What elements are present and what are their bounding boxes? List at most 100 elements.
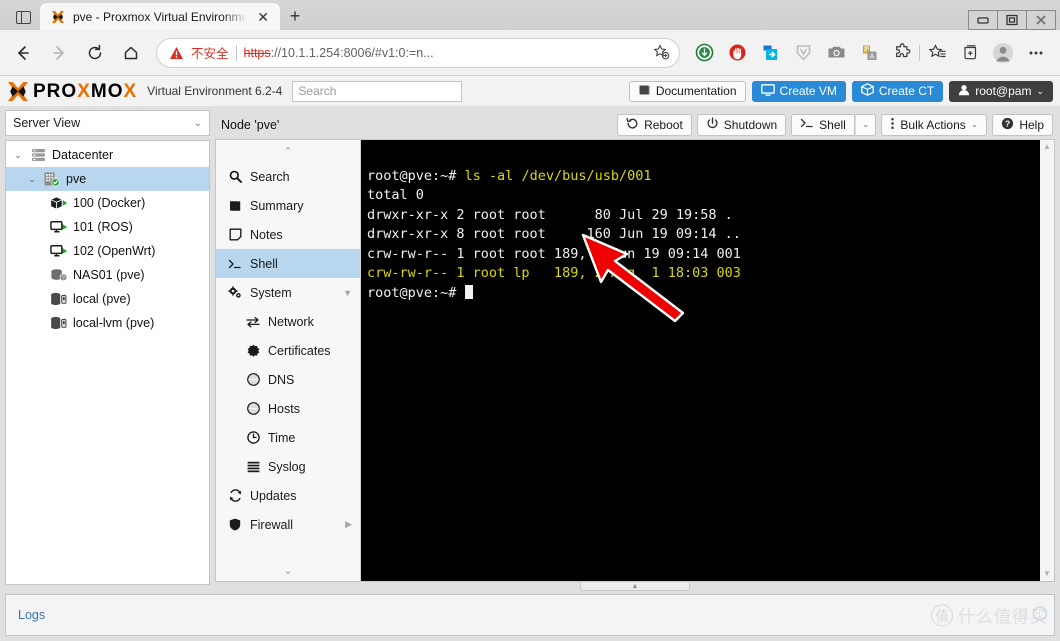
tab-actions-button[interactable]: [6, 4, 40, 30]
help-label: Help: [1019, 117, 1044, 132]
pve-body: Server View ⌄ ⌄ Datacenter ⌄ pve 100 (Do…: [0, 106, 1060, 591]
tree-item-nas01[interactable]: ? NAS01 (pve): [6, 263, 209, 287]
chevron-down-icon[interactable]: ⌄: [26, 174, 38, 185]
collections-icon[interactable]: [954, 37, 986, 69]
node-menu: ⌃ Search Summary Notes Shell System ▼ Ne…: [216, 140, 361, 581]
shutdown-button[interactable]: Shutdown: [696, 113, 787, 136]
star-plus-icon[interactable]: [651, 44, 671, 61]
menu-item-updates[interactable]: Updates: [216, 481, 360, 510]
tree-item-100-docker[interactable]: 100 (Docker): [6, 191, 209, 215]
extensions-puzzle-icon[interactable]: [886, 37, 918, 69]
collapse-arrow-icon[interactable]: ▲: [580, 582, 690, 591]
documentation-label: Documentation: [655, 84, 737, 98]
documentation-button[interactable]: Documentation: [628, 80, 746, 102]
home-button[interactable]: [114, 36, 148, 70]
tree-item-pve[interactable]: ⌄ pve: [6, 167, 209, 191]
menu-item-system[interactable]: System ▼: [216, 278, 360, 307]
back-button[interactable]: [6, 36, 40, 70]
scroll-up-arrow-icon[interactable]: ▲: [1043, 143, 1051, 151]
tree-item-local[interactable]: local (pve): [6, 287, 209, 311]
vimium-icon[interactable]: [787, 37, 819, 69]
menu-label: Hosts: [268, 401, 300, 416]
menu-item-syslog[interactable]: Syslog: [216, 452, 360, 481]
bulk-actions-button[interactable]: Bulk Actions ⌄: [881, 113, 988, 136]
new-tab-button[interactable]: +: [280, 3, 310, 30]
profile-avatar-icon[interactable]: [987, 37, 1019, 69]
server-view-selector[interactable]: Server View ⌄: [5, 110, 210, 136]
clock-icon: [246, 431, 260, 444]
menu-scroll-down-button[interactable]: ⌄: [216, 559, 360, 581]
menu-item-notes[interactable]: Notes: [216, 220, 360, 249]
menu-item-hosts[interactable]: Hosts: [216, 394, 360, 423]
shell-split-button: Shell ⌄: [791, 113, 877, 136]
browser-tab-pve[interactable]: pve - Proxmox Virtual Environme ✕: [40, 3, 280, 30]
reboot-button[interactable]: Reboot: [617, 113, 692, 136]
tree-item-datacenter[interactable]: ⌄ Datacenter: [6, 143, 209, 167]
menu-item-time[interactable]: Time: [216, 423, 360, 452]
menu-label: Firewall: [250, 517, 294, 532]
chevron-down-icon: ⌄: [1036, 85, 1044, 96]
terminal-line-3: drwxr-xr-x 8 root root 160 Jun 19 09:14 …: [367, 226, 741, 242]
menu-item-network[interactable]: Network: [216, 307, 360, 336]
logs-link[interactable]: Logs: [18, 608, 45, 622]
menu-item-summary[interactable]: Summary: [216, 191, 360, 220]
logo-x1: X: [77, 80, 91, 102]
tab-close-icon[interactable]: ✕: [254, 8, 272, 26]
internet-download-manager-icon[interactable]: [688, 37, 720, 69]
shutdown-label: Shutdown: [723, 117, 778, 132]
chevron-down-icon[interactable]: ⌄: [12, 150, 24, 161]
settings-more-icon[interactable]: [1020, 37, 1052, 69]
watermark-text: 什么值得买: [958, 603, 1048, 628]
vm-running-icon: [50, 243, 68, 260]
user-menu-button[interactable]: root@pam ⌄: [949, 80, 1053, 102]
header-actions: Documentation Create VM Create CT root@p…: [628, 80, 1053, 102]
menu-label: System: [250, 285, 292, 300]
create-vm-button[interactable]: Create VM: [751, 80, 846, 102]
favorites-icon[interactable]: [921, 37, 953, 69]
chevron-right-icon[interactable]: ▶: [345, 519, 352, 530]
tree-item-102-openwrt[interactable]: 102 (OpenWrt): [6, 239, 209, 263]
window-restore-button[interactable]: [997, 10, 1027, 30]
send-to-device-icon[interactable]: [754, 37, 786, 69]
search-input[interactable]: Search: [292, 80, 463, 102]
logo-pro: PRO: [33, 80, 78, 102]
tree-item-101-ros[interactable]: 101 (ROS): [6, 215, 209, 239]
monitor-icon: [760, 83, 775, 99]
shell-dropdown-arrow[interactable]: ⌄: [854, 113, 877, 136]
address-bar[interactable]: 不安全 https://10.1.1.254:8006/#v1:0:=n...: [156, 37, 680, 68]
menu-item-search[interactable]: Search: [216, 162, 360, 191]
shell-button[interactable]: Shell: [791, 113, 855, 136]
menu-item-certificates[interactable]: Certificates: [216, 336, 360, 365]
forward-button[interactable]: [42, 36, 76, 70]
screenshot-icon[interactable]: [820, 37, 852, 69]
translate-icon[interactable]: A: [853, 37, 885, 69]
panel-collapse-handle[interactable]: ▲: [215, 582, 1055, 591]
create-ct-label: Create CT: [878, 84, 935, 98]
storage-icon: [50, 291, 68, 308]
menu-item-firewall[interactable]: Firewall ▶: [216, 510, 360, 539]
window-minimize-button[interactable]: [968, 10, 998, 30]
window-close-button[interactable]: [1026, 10, 1056, 30]
create-ct-button[interactable]: Create CT: [851, 80, 944, 102]
scroll-down-arrow-icon[interactable]: ▼: [1043, 570, 1051, 578]
reload-button[interactable]: [78, 36, 112, 70]
svg-text:A: A: [869, 53, 874, 60]
tree-label: 102 (OpenWrt): [73, 244, 156, 258]
menu-scroll-up-button[interactable]: ⌃: [216, 140, 360, 162]
menu-item-shell[interactable]: Shell: [216, 249, 360, 278]
shell-terminal[interactable]: root@pve:~# ls -al /dev/bus/usb/001 tota…: [361, 140, 1054, 581]
storage-icon: [50, 315, 68, 332]
help-button[interactable]: ? Help: [992, 113, 1053, 136]
proxmox-logo[interactable]: PRO X MO X: [7, 81, 137, 102]
tree-label: local (pve): [73, 292, 131, 306]
terminal-scrollbar[interactable]: ▲ ▼: [1039, 140, 1054, 581]
address-url-text: https://10.1.1.254:8006/#v1:0:=n...: [244, 46, 644, 60]
svg-text:?: ?: [62, 275, 65, 281]
chevron-down-icon[interactable]: ▼: [343, 288, 352, 298]
tree-item-local-lvm[interactable]: local-lvm (pve): [6, 311, 209, 335]
adblock-icon[interactable]: [721, 37, 753, 69]
right-panel: Node 'pve' Reboot Shutdown Shell ⌄ Bulk …: [215, 106, 1055, 591]
storage-unknown-icon: ?: [50, 267, 68, 284]
browser-titlebar: pve - Proxmox Virtual Environme ✕ +: [0, 0, 1060, 30]
menu-item-dns[interactable]: DNS: [216, 365, 360, 394]
